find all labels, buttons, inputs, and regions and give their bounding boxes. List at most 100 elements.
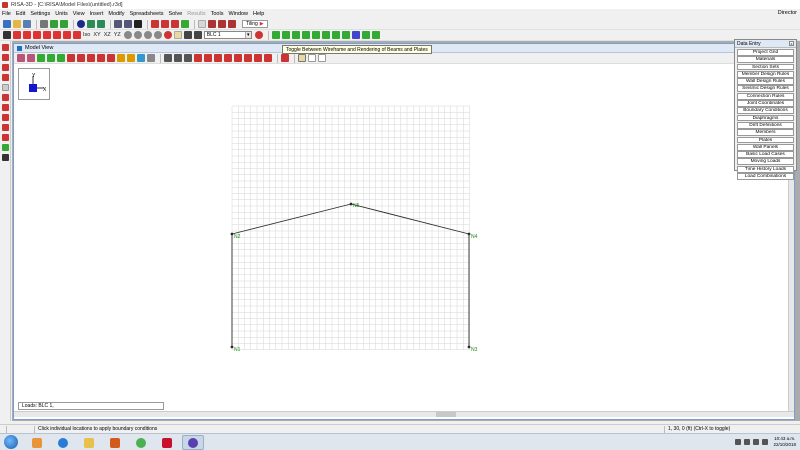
lock-selection-icon[interactable] — [2, 134, 9, 141]
shade-icon[interactable] — [183, 31, 192, 39]
joint-node[interactable] — [467, 345, 471, 349]
rotate-neg-z-icon[interactable] — [73, 31, 81, 39]
rotate-x-icon[interactable] — [23, 31, 31, 39]
xz-view-button[interactable]: XZ — [104, 32, 111, 38]
zoom-in-icon[interactable] — [123, 31, 132, 39]
data-entry-item[interactable]: Moving Loads — [737, 158, 794, 166]
network-icon[interactable] — [744, 439, 751, 445]
move-icon[interactable] — [341, 31, 350, 39]
joint-node[interactable] — [349, 202, 353, 206]
horizontal-scrollbar[interactable] — [14, 411, 794, 417]
frame-member[interactable] — [231, 203, 352, 235]
taskbar-app[interactable] — [104, 435, 126, 450]
render-toggle-icon[interactable] — [173, 31, 182, 39]
joint-labels-icon[interactable] — [164, 54, 172, 62]
loads-icon[interactable] — [97, 54, 105, 62]
plot-options-icon[interactable] — [193, 31, 202, 39]
xy-view-button[interactable]: XY — [93, 32, 100, 38]
undo-icon[interactable] — [50, 20, 58, 28]
point-load-icon[interactable] — [301, 31, 310, 39]
model-canvas[interactable]: N1 N2 N3 N4 N5 — [13, 66, 795, 406]
results-table-icon[interactable] — [97, 20, 105, 28]
boundary-icon[interactable] — [291, 31, 300, 39]
invert-selection-icon[interactable] — [2, 114, 9, 121]
draw-plates-icon[interactable] — [281, 31, 290, 39]
equals-icon[interactable] — [181, 20, 189, 28]
mesh-icon[interactable] — [351, 31, 360, 39]
taskbar-app[interactable] — [156, 435, 178, 450]
tiling-button[interactable]: Tiling ▶ — [242, 20, 268, 28]
transparent-toggle-icon[interactable] — [318, 54, 326, 62]
menu-view[interactable]: View — [73, 11, 85, 17]
labels-icon[interactable] — [137, 54, 145, 62]
clone-view-icon[interactable] — [27, 54, 35, 62]
menu-units[interactable]: Units — [55, 11, 68, 17]
save-icon[interactable] — [23, 20, 31, 28]
rotate-y-icon[interactable] — [33, 31, 41, 39]
draw-members-icon[interactable] — [271, 31, 280, 39]
taskbar-app[interactable] — [26, 435, 48, 450]
windows-start-icon[interactable] — [4, 435, 18, 449]
menu-modify[interactable]: Modify — [108, 11, 124, 17]
stress-icon[interactable] — [214, 54, 222, 62]
data-entry-item[interactable]: Materials — [737, 56, 794, 64]
lc-icon[interactable] — [171, 20, 179, 28]
spreadsheet-icon[interactable] — [134, 20, 142, 28]
close-icon[interactable]: x — [789, 41, 794, 46]
data-entry-item[interactable]: Basic Load Cases — [737, 151, 794, 158]
menu-results[interactable]: Results — [187, 11, 205, 17]
line-select-icon[interactable] — [2, 84, 9, 91]
plate-results-icon[interactable] — [161, 20, 169, 28]
member-forces-icon[interactable] — [194, 54, 202, 62]
data-entry-item[interactable]: Plates — [737, 136, 794, 144]
data-entry-item[interactable]: Section Sets — [737, 63, 794, 71]
open-folder-icon[interactable] — [13, 20, 21, 28]
results-icon[interactable] — [87, 20, 95, 28]
code-check-icon[interactable] — [234, 54, 242, 62]
new-view-icon[interactable] — [3, 31, 11, 39]
zoom-previous-icon[interactable] — [153, 31, 162, 39]
window-icon[interactable] — [228, 20, 236, 28]
joint-node[interactable] — [230, 345, 234, 349]
data-entry-item[interactable]: Load Combinations — [737, 173, 794, 180]
menu-insert[interactable]: Insert — [90, 11, 104, 17]
data-entry-item[interactable]: Connection Rules — [737, 92, 794, 100]
plates-icon[interactable] — [77, 54, 85, 62]
horizontal-scroll-thumb[interactable] — [436, 412, 456, 417]
criteria-select-icon[interactable] — [2, 124, 9, 131]
rotate-neg-x-icon[interactable] — [53, 31, 61, 39]
cut-icon[interactable] — [281, 54, 289, 62]
menu-help[interactable]: Help — [253, 11, 264, 17]
data-entry-item[interactable]: Boundary Conditions — [737, 107, 794, 115]
merge-icon[interactable] — [371, 31, 380, 39]
reactions-icon[interactable] — [224, 54, 232, 62]
global-icon[interactable] — [114, 20, 122, 28]
menu-file[interactable]: File — [2, 11, 11, 17]
taskbar-clock[interactable]: 10:43 a.m. 22/10/2018 — [773, 436, 796, 448]
walls-icon[interactable] — [87, 54, 95, 62]
joint-node[interactable] — [467, 232, 471, 236]
grid-icon[interactable] — [37, 54, 45, 62]
data-entry-item[interactable]: Joint Coordinates — [737, 100, 794, 107]
box-select-icon[interactable] — [2, 64, 9, 71]
polygon-select-icon[interactable] — [2, 74, 9, 81]
zoom-out-icon[interactable] — [133, 31, 142, 39]
report-icon[interactable] — [208, 20, 216, 28]
color-code-icon[interactable] — [127, 54, 135, 62]
dimension-icon[interactable] — [331, 31, 340, 39]
taskbar-app[interactable] — [130, 435, 152, 450]
basic-load-case-select[interactable]: BLC 1 ▾ — [203, 31, 252, 39]
battery-icon[interactable] — [762, 439, 769, 445]
redraw-icon[interactable] — [13, 31, 21, 39]
new-file-icon[interactable] — [3, 20, 11, 28]
data-entry-item[interactable]: Members — [737, 129, 794, 137]
data-entry-item[interactable]: Member Design Rules — [737, 70, 794, 78]
tray-arrow-icon[interactable] — [735, 439, 742, 445]
plate-labels-icon[interactable] — [184, 54, 192, 62]
zoom-window-icon[interactable] — [143, 31, 152, 39]
menu-settings[interactable]: Settings — [30, 11, 50, 17]
menu-window[interactable]: Window — [228, 11, 248, 17]
select-icon[interactable] — [2, 44, 9, 51]
taskbar-app[interactable] — [52, 435, 74, 450]
data-entry-item[interactable]: Seismic Design Rules — [737, 85, 794, 93]
